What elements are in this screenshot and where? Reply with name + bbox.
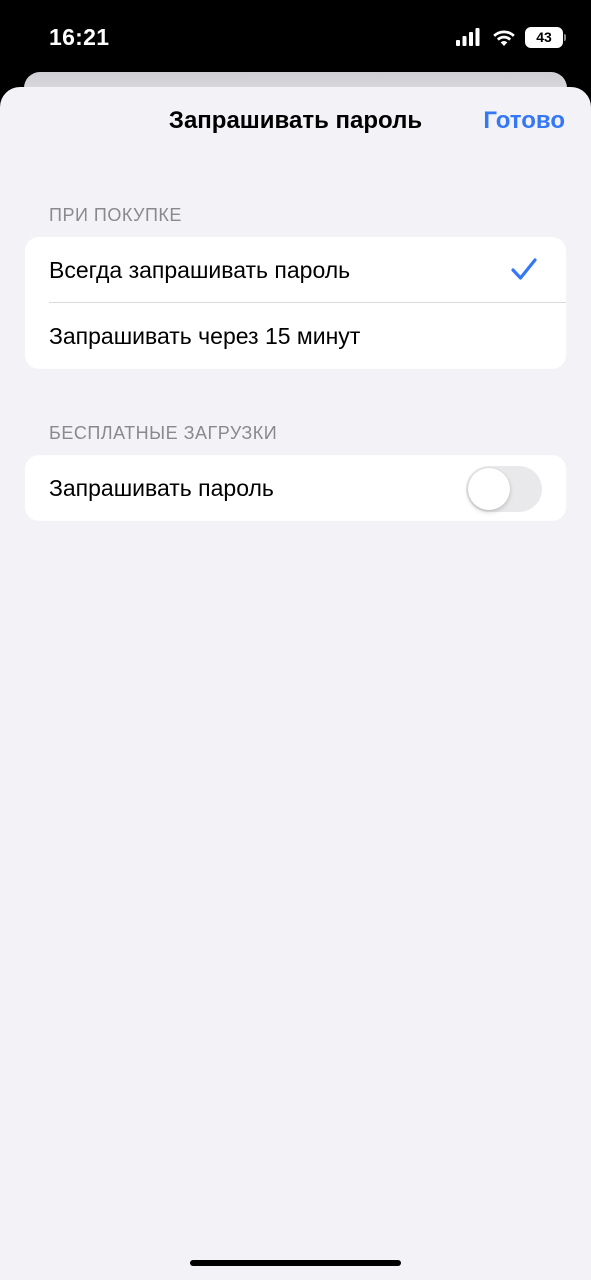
wifi-icon <box>493 30 515 46</box>
done-button[interactable]: Готово <box>483 107 565 135</box>
status-time: 16:21 <box>49 24 110 50</box>
purchase-options-group: Всегда запрашивать пароль Запрашивать че… <box>25 237 566 369</box>
free-downloads-group: Запрашивать пароль <box>25 455 566 521</box>
status-bar: 16:21 43 <box>0 0 591 72</box>
require-password-row: Запрашивать пароль <box>25 455 566 521</box>
toggle-knob <box>468 468 510 510</box>
battery-cap <box>564 34 566 41</box>
checkmark-icon <box>511 258 537 280</box>
require-password-toggle[interactable] <box>466 466 542 512</box>
option-label: Всегда запрашивать пароль <box>49 257 351 283</box>
battery-icon: 43 <box>525 27 563 48</box>
option-always-require[interactable]: Всегда запрашивать пароль <box>25 237 566 303</box>
option-label: Запрашивать через 15 минут <box>49 323 361 349</box>
section-header-free-downloads: БЕСПЛАТНЫЕ ЗАГРУЗКИ <box>49 423 278 443</box>
cellular-signal-icon <box>456 28 480 46</box>
option-after-15-minutes[interactable]: Запрашивать через 15 минут <box>25 303 566 369</box>
section-header-purchases: ПРИ ПОКУПКЕ <box>49 205 182 225</box>
phone-screen: 16:21 43 Запрашивать пароль Готово ПРИ П… <box>0 0 591 1280</box>
settings-sheet: Запрашивать пароль Готово ПРИ ПОКУПКЕ Вс… <box>0 87 591 1280</box>
home-indicator[interactable] <box>190 1260 401 1266</box>
toggle-label: Запрашивать пароль <box>49 475 274 501</box>
battery-level: 43 <box>536 29 552 45</box>
